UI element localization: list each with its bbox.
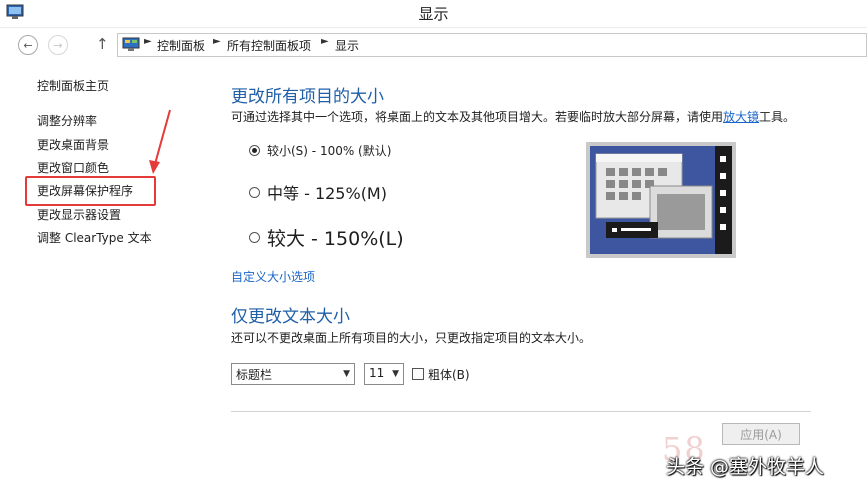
font-size-select[interactable]: 11 ▼ xyxy=(364,363,404,385)
breadcrumb-item[interactable]: 控制面板 xyxy=(157,37,205,54)
navigation-bar: ← → ↑ ► 控制面板 ► 所有控制面板项 ► 显示 xyxy=(0,28,867,60)
size-section-description: 可通过选择其中一个选项，将桌面上的文本及其他项目增大。若要临时放大部分屏幕，请使… xyxy=(231,108,795,125)
annotation-highlight-box xyxy=(25,176,156,206)
divider xyxy=(231,411,811,412)
window-title: 显示 xyxy=(418,5,449,23)
breadcrumb-item[interactable]: 显示 xyxy=(335,37,359,54)
custom-size-link[interactable]: 自定义大小选项 xyxy=(231,268,315,285)
font-size-value: 11 xyxy=(369,366,385,380)
radio-label: 中等 - 125%(M) xyxy=(267,184,387,203)
size-preview-image xyxy=(586,142,736,258)
sidebar-item-cleartype[interactable]: 调整 ClearType 文本 xyxy=(37,229,152,246)
breadcrumb-item[interactable]: 所有控制面板项 xyxy=(227,37,311,54)
chevron-down-icon: ▼ xyxy=(392,369,399,379)
address-bar[interactable]: ► 控制面板 ► 所有控制面板项 ► 显示 xyxy=(117,33,867,57)
apply-button[interactable]: 应用(A) xyxy=(722,423,800,445)
radio-label: 较小(S) - 100% (默认) xyxy=(267,144,392,158)
sidebar-item-background[interactable]: 更改桌面背景 xyxy=(37,136,109,153)
text-section-title: 仅更改文本大小 xyxy=(231,307,350,327)
title-bar: 显示 xyxy=(0,0,867,28)
text-element-select[interactable]: 标题栏 ▼ xyxy=(231,363,355,385)
control-panel-icon xyxy=(122,37,140,51)
radio-button[interactable] xyxy=(249,145,260,156)
forward-arrow-icon[interactable]: → xyxy=(48,35,68,55)
watermark-text: 头条 @塞外牧羊人 xyxy=(666,456,825,478)
text-section-description: 还可以不更改桌面上所有项目的大小，只更改指定项目的文本大小。 xyxy=(231,331,592,345)
sidebar-item-window-color[interactable]: 更改窗口颜色 xyxy=(37,159,109,176)
size-section-title: 更改所有项目的大小 xyxy=(231,87,384,107)
radio-option-smaller[interactable]: 较小(S) - 100% (默认) xyxy=(249,142,391,159)
bold-checkbox[interactable] xyxy=(412,368,424,380)
radio-label: 较大 - 150%(L) xyxy=(267,228,404,250)
sidebar-item-resolution[interactable]: 调整分辨率 xyxy=(37,112,97,129)
breadcrumb-chevron-icon: ► xyxy=(144,36,152,47)
up-arrow-icon[interactable]: ↑ xyxy=(96,35,109,53)
bold-checkbox-label: 粗体(B) xyxy=(428,368,470,382)
breadcrumb-chevron-icon: ► xyxy=(213,36,221,47)
radio-option-larger[interactable]: 较大 - 150%(L) xyxy=(249,224,404,251)
breadcrumb-chevron-icon: ► xyxy=(321,36,329,47)
sidebar-item-display-settings[interactable]: 更改显示器设置 xyxy=(37,206,121,223)
radio-button[interactable] xyxy=(249,186,260,198)
radio-option-medium[interactable]: 中等 - 125%(M) xyxy=(249,180,387,204)
size-description-text: 可通过选择其中一个选项，将桌面上的文本及其他项目增大。若要临时放大部分屏幕，请使… xyxy=(231,110,724,124)
annotation-arrow-icon xyxy=(149,109,171,174)
back-arrow-icon[interactable]: ← xyxy=(18,35,38,55)
magnifier-link[interactable]: 放大镜 xyxy=(723,110,759,124)
radio-button[interactable] xyxy=(249,232,260,243)
chevron-down-icon: ▼ xyxy=(343,369,350,379)
size-description-end: 工具。 xyxy=(759,110,796,124)
sidebar-home-link[interactable]: 控制面板主页 xyxy=(37,77,109,94)
text-element-value: 标题栏 xyxy=(236,368,273,382)
